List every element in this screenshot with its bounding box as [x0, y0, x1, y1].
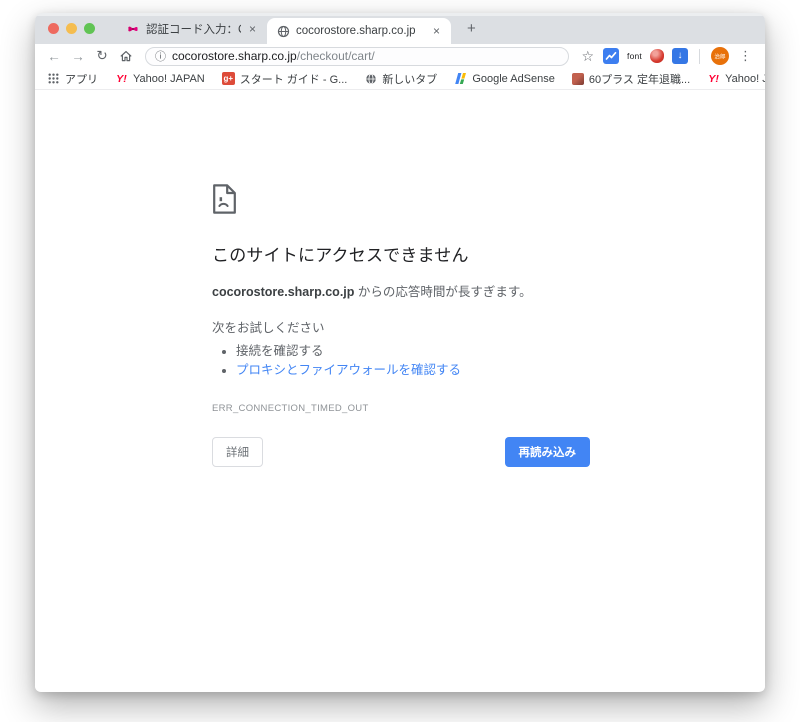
profile-avatar[interactable]: 治郎	[711, 47, 729, 65]
bookmarks-bar: アプリ Y! Yahoo! JAPAN g+ スタート ガイド - G... 新…	[35, 68, 765, 90]
reload-icon[interactable]: ↻	[91, 46, 113, 66]
error-heading: このサイトにアクセスできません	[212, 246, 469, 265]
try-heading: 次をお試しください	[212, 321, 325, 335]
font-extension-icon[interactable]: font	[627, 48, 642, 64]
red-extension-icon[interactable]	[650, 49, 664, 63]
bookmark-google-adsense[interactable]: Google AdSense	[454, 72, 555, 85]
globe-favicon	[276, 24, 290, 38]
bookmark-label: Yahoo! JAPAN	[725, 72, 765, 85]
bookmark-label: 新しいタブ	[382, 73, 438, 86]
close-window-button[interactable]	[48, 23, 59, 34]
window-controls	[48, 23, 95, 34]
bookmark-yahoo-japan-2[interactable]: Y! Yahoo! JAPAN	[707, 72, 765, 85]
tab-strip: 認証コード入力：COCORO MEM × cocorostore.sharp.c…	[35, 13, 765, 44]
home-icon[interactable]	[115, 46, 137, 66]
error-actions: 詳細 再読み込み	[212, 436, 590, 467]
tab-close-icon[interactable]: ×	[431, 24, 442, 38]
apps-grid-icon	[47, 72, 60, 85]
bookmark-label: 60プラス 定年退職...	[588, 73, 691, 86]
bookmark-label: アプリ	[65, 73, 98, 86]
google-plus-icon: g+	[221, 72, 235, 85]
bookmark-label: スタート ガイド - G...	[239, 73, 348, 86]
suggestion-list: 接続を確認する プロキシとファイアウォールを確認する	[212, 342, 590, 380]
forward-icon[interactable]: →	[67, 46, 89, 66]
bookmark-yahoo-japan[interactable]: Y! Yahoo! JAPAN	[115, 72, 205, 85]
chrome-menu-icon[interactable]: ⋮	[734, 48, 757, 64]
avatar-label: 治郎	[714, 53, 726, 60]
url-text: cocorostore.sharp.co.jp/checkout/cart/	[172, 49, 375, 63]
bookmark-60plus[interactable]: 60プラス 定年退職...	[571, 71, 691, 87]
browser-toolbar: ← → ↻ ⓘ cocorostore.sharp.co.jp/checkout…	[35, 44, 765, 68]
page-content: このサイトにアクセスできません cocorostore.sharp.co.jp …	[35, 90, 765, 691]
address-bar[interactable]: ⓘ cocorostore.sharp.co.jp/checkout/cart/	[145, 46, 570, 66]
error-code: ERR_CONNECTION_TIMED_OUT	[212, 402, 369, 414]
bookmark-label: Yahoo! JAPAN	[133, 72, 205, 85]
tab-title: cocorostore.sharp.co.jp	[296, 25, 416, 37]
tab-title: 認証コード入力：COCORO MEM	[146, 23, 241, 36]
error-message-rest: からの応答時間が長すぎます。	[354, 285, 532, 299]
bookmark-new-tab[interactable]: 新しいタブ	[364, 71, 437, 87]
sad-file-icon	[213, 184, 236, 214]
url-path: /checkout/cart/	[296, 49, 375, 63]
new-tab-button[interactable]: +	[463, 20, 480, 37]
minimize-window-button[interactable]	[66, 23, 77, 34]
bookmark-start-guide[interactable]: g+ スタート ガイド - G...	[221, 71, 348, 87]
chart-extension-icon[interactable]	[603, 48, 620, 64]
cocoro-members-favicon	[126, 22, 140, 36]
proxy-firewall-link[interactable]: プロキシとファイアウォールを確認する	[236, 363, 461, 377]
adsense-icon	[454, 72, 467, 85]
browser-window: 認証コード入力：COCORO MEM × cocorostore.sharp.c…	[35, 13, 765, 692]
tab-cocorostore[interactable]: cocorostore.sharp.co.jp ×	[267, 18, 451, 44]
url-domain: cocorostore.sharp.co.jp	[172, 49, 297, 63]
error-message: cocorostore.sharp.co.jp からの応答時間が長すぎます。	[212, 281, 590, 300]
zoom-window-button[interactable]	[84, 23, 95, 34]
desktop-background: 認証コード入力：COCORO MEM × cocorostore.sharp.c…	[0, 0, 800, 722]
suggestion-check-proxy: プロキシとファイアウォールを確認する	[236, 361, 590, 380]
tab-cocoro-members[interactable]: 認証コード入力：COCORO MEM ×	[117, 13, 267, 44]
back-icon[interactable]: ←	[43, 46, 65, 66]
toolbar-divider	[699, 48, 700, 64]
page-info-icon[interactable]: ⓘ	[155, 48, 166, 64]
globe-icon	[364, 72, 377, 85]
bookmark-apps[interactable]: アプリ	[47, 71, 98, 87]
error-domain: cocorostore.sharp.co.jp	[212, 285, 355, 299]
details-button[interactable]: 詳細	[212, 436, 263, 467]
bookmark-star-icon[interactable]: ☆	[577, 48, 598, 65]
reload-button[interactable]: 再読み込み	[504, 436, 590, 467]
bookmark-label: Google AdSense	[472, 72, 555, 85]
suggestion-check-connection: 接続を確認する	[236, 342, 590, 361]
video-download-extension-icon[interactable]: ↓	[672, 48, 688, 64]
tab-close-icon[interactable]: ×	[247, 22, 258, 36]
yahoo-icon: Y!	[708, 72, 719, 85]
yahoo-icon: Y!	[116, 72, 127, 85]
photo-icon	[571, 72, 584, 85]
error-container: このサイトにアクセスできません cocorostore.sharp.co.jp …	[212, 90, 590, 467]
